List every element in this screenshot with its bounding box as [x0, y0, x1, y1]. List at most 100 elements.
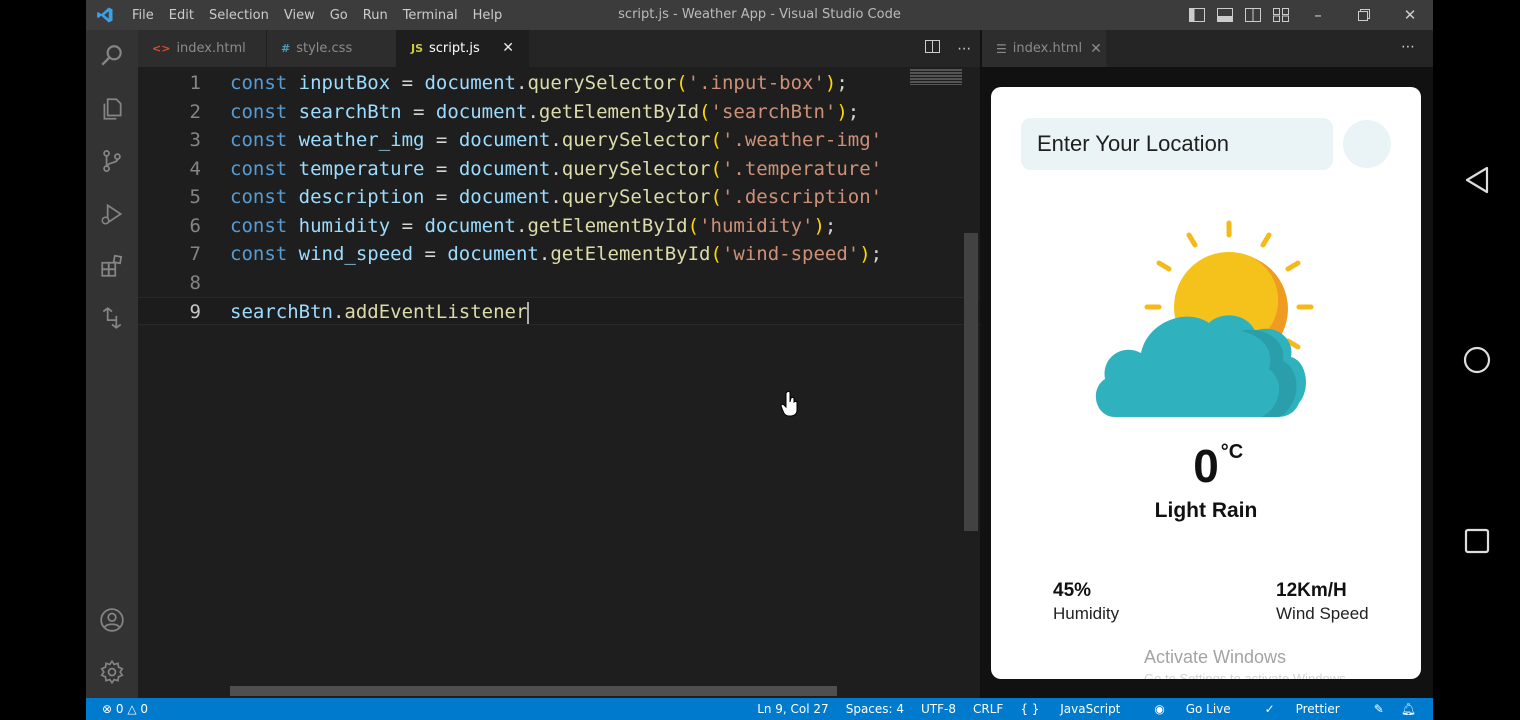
more-actions-icon[interactable]: ⋯	[1401, 39, 1415, 55]
menu-view[interactable]: View	[284, 8, 315, 23]
code-line[interactable]: 2 const searchBtn = document.getElementBy…	[138, 98, 980, 126]
code-token: description	[298, 186, 425, 208]
code-token: 'searchBtn'	[710, 100, 837, 123]
code-line[interactable]: 6 const humidity = document.getElementByI…	[138, 212, 980, 240]
end-of-line[interactable]: CRLF	[973, 702, 1003, 716]
code-line[interactable]: 4 const temperature = document.querySelec…	[138, 155, 980, 183]
code-token: document	[458, 157, 551, 180]
code-text: const description = document.querySelect…	[230, 183, 882, 211]
minimap[interactable]	[908, 67, 964, 687]
code-line[interactable]: 5 const description = document.querySelec…	[138, 183, 980, 211]
code-token: =	[390, 214, 425, 237]
close-tab-icon[interactable]: ✕	[502, 40, 514, 56]
tab-label: index.html	[176, 41, 246, 56]
code-text: const temperature = document.querySelect…	[230, 155, 882, 183]
code-line[interactable]: 3 const weather_img = document.querySelec…	[138, 126, 980, 154]
code-token: ;	[824, 214, 837, 237]
menu-run[interactable]: Run	[363, 8, 388, 23]
cursor-position[interactable]: Ln 9, Col 27	[757, 702, 829, 716]
code-token: const	[230, 243, 299, 265]
tab-preview-index-html[interactable]: ☰ index.html ✕	[982, 30, 1106, 67]
code-token: 'wind-speed'	[721, 243, 860, 265]
code-token: addEventListener	[344, 301, 528, 323]
braces-icon: { }	[1020, 702, 1040, 716]
code-line[interactable]: 8	[138, 269, 980, 297]
source-control-icon[interactable]	[98, 147, 126, 175]
vscode-window: File Edit Selection View Go Run Terminal…	[86, 0, 1433, 720]
minimize-icon[interactable]: –	[1295, 0, 1341, 30]
remote-explorer-icon[interactable]	[98, 304, 126, 332]
explorer-icon[interactable]	[98, 95, 126, 123]
menu-terminal[interactable]: Terminal	[403, 8, 458, 23]
search-icon[interactable]	[98, 42, 126, 70]
tab-index-html[interactable]: <> index.html	[138, 30, 267, 67]
activity-bar	[86, 30, 138, 698]
code-token: (	[676, 72, 688, 94]
menu-edit[interactable]: Edit	[169, 8, 194, 23]
code-token: )	[824, 72, 837, 94]
tab-label: script.js	[429, 41, 480, 56]
menu-help[interactable]: Help	[473, 8, 503, 23]
encoding[interactable]: UTF-8	[921, 702, 956, 716]
temperature: 0 °C	[991, 439, 1421, 493]
home-icon[interactable]	[1457, 340, 1497, 380]
code-line[interactable]: 9 searchBtn.addEventListener	[138, 297, 980, 325]
location-search-input[interactable]	[1021, 118, 1333, 170]
prettier-status[interactable]: ✓ Prettier	[1265, 702, 1357, 716]
code-token: document	[458, 129, 551, 151]
back-icon[interactable]	[1457, 160, 1497, 200]
editor-actions: ⋯	[916, 30, 980, 67]
code-token: searchBtn	[298, 100, 402, 123]
menu-go[interactable]: Go	[330, 8, 348, 23]
editor-tabs: <> index.html # style.css JS script.js ✕	[138, 30, 980, 67]
check-icon: ✓	[1264, 702, 1275, 716]
go-live-button[interactable]: ◉ Go Live	[1154, 702, 1247, 716]
code-token: )	[859, 243, 871, 265]
code-line[interactable]: 7 const wind_speed = document.getElementB…	[138, 240, 980, 268]
indentation[interactable]: Spaces: 4	[846, 702, 904, 716]
code-token: querySelector	[561, 186, 711, 208]
code-token: const	[230, 72, 299, 94]
run-debug-icon[interactable]	[98, 200, 126, 228]
horizontal-scrollbar[interactable]	[230, 686, 837, 696]
sun-cloud-weather-icon	[1095, 220, 1314, 417]
code-token: =	[424, 129, 459, 151]
split-editor-icon[interactable]	[924, 40, 940, 57]
vertical-scrollbar[interactable]	[964, 233, 978, 531]
code-token: document	[458, 186, 551, 208]
search-button[interactable]	[1343, 120, 1391, 168]
code-token: 'humidity'	[699, 214, 814, 237]
extensions-icon[interactable]	[98, 252, 126, 280]
close-window-icon[interactable]: ✕	[1387, 0, 1433, 30]
accounts-icon[interactable]	[98, 606, 126, 634]
toggle-sidebar-icon[interactable]	[1183, 0, 1211, 30]
toggle-panel-icon[interactable]	[1211, 0, 1239, 30]
notifications-bell-icon[interactable]: 🔔︎	[1401, 702, 1416, 716]
code-token: const	[230, 186, 299, 208]
activate-windows-subtext: Go to Settings to activate Windows.	[1144, 671, 1350, 679]
recents-icon[interactable]	[1457, 521, 1497, 561]
wind-speed-stat: 12Km/H Wind Speed	[1276, 580, 1369, 624]
problems-indicator[interactable]: ⊗ 0 △ 0	[102, 702, 148, 716]
close-preview-tab-icon[interactable]: ✕	[1090, 41, 1102, 57]
restore-icon[interactable]	[1341, 0, 1387, 30]
code-token: document	[424, 72, 516, 94]
code-line[interactable]: 1 const inputBox = document.querySelector…	[138, 69, 980, 97]
toggle-secondary-sidebar-icon[interactable]	[1239, 0, 1267, 30]
language-mode[interactable]: { } JavaScript	[1020, 702, 1137, 716]
tab-script-js[interactable]: JS script.js ✕	[397, 30, 529, 67]
customize-layout-icon[interactable]	[1267, 0, 1295, 30]
code-token: getElementById	[550, 243, 711, 265]
settings-gear-icon[interactable]	[98, 658, 126, 686]
css-file-icon: #	[281, 42, 291, 55]
more-actions-icon[interactable]: ⋯	[957, 41, 971, 57]
code-token: .	[550, 129, 562, 151]
code-token: =	[424, 186, 459, 208]
prettier-label: Prettier	[1295, 702, 1340, 716]
menu-selection[interactable]: Selection	[209, 8, 269, 23]
feedback-icon[interactable]: ✎	[1374, 702, 1384, 716]
menu-file[interactable]: File	[132, 8, 154, 23]
tab-style-css[interactable]: # style.css	[267, 30, 397, 67]
vscode-logo-icon[interactable]	[96, 6, 114, 24]
code-editor[interactable]: 1 const inputBox = document.querySelector…	[138, 67, 980, 687]
